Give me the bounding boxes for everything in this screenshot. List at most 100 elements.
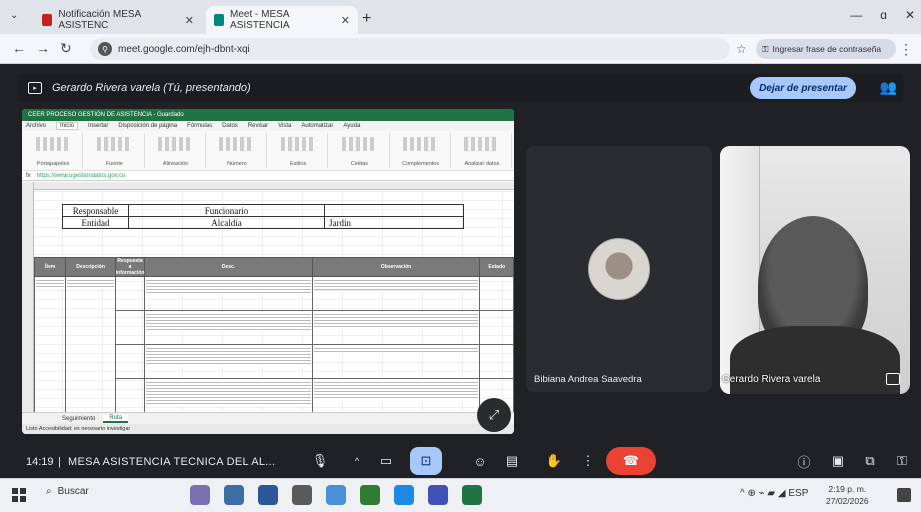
ribbon-group: Analizar datos [453,133,512,168]
participant-name: Bibiana Andrea Saavedra [534,374,642,385]
browser-menu-icon[interactable]: ⋮ [899,41,913,58]
formula-bar[interactable]: fx https://www.ugestiondatos.gov.co [22,171,514,181]
table-header: Ítem [33,257,67,277]
url-input[interactable]: ⚲ meet.google.com/ejh-dbnt-xqi [90,38,730,60]
separator: | [58,456,61,468]
presenting-text: Gerardo Rivera varela (Tú, presentando) [52,82,251,94]
windows-taskbar: ⌕ Buscar ^ ⊕ ⌁ ▰ ◢ ESP 2:19 p. m. 27/02/… [0,478,921,512]
tab-notification[interactable]: Notificación MESA ASISTENC ✕ [34,6,202,34]
chat-icon[interactable]: ▣ [826,447,850,475]
ribbon-group: Complementos [392,133,451,168]
windows-start-icon[interactable] [12,488,26,502]
sheet-tab-active[interactable]: Ruta [103,414,129,423]
minimize-button[interactable]: — [850,8,862,22]
ribbon-tab[interactable]: Disposición de página [118,123,177,129]
bookmark-star-icon[interactable]: ☆ [736,42,747,56]
search-label: Buscar [57,486,89,497]
ribbon-group: Fuente [85,133,145,168]
info-label: Responsable [62,204,129,217]
site-info-icon[interactable]: ⚲ [98,42,112,56]
participant-tile-self[interactable] [720,146,910,394]
ribbon-group: Celdas [330,133,390,168]
widgets-icon[interactable] [190,485,210,505]
excel-icon[interactable] [462,485,482,505]
app-icon[interactable] [360,485,380,505]
back-icon[interactable]: ← [12,40,26,56]
emoji-icon[interactable]: ☺ [466,447,494,475]
ribbon-tab[interactable]: Revisar [248,123,268,129]
chrome-icon[interactable] [394,485,414,505]
password-chip-label: Ingresar frase de contraseña [772,44,882,54]
chevron-up-icon[interactable]: ^ [348,447,366,475]
reload-icon[interactable]: ↻ [60,40,72,57]
more-options-icon[interactable]: ⋮ [580,447,596,475]
profile-button[interactable]: ɑ [880,8,887,22]
ribbon-group: Número [208,133,267,168]
presenting-banner: ▸ Gerardo Rivera varela (Tú, presentando… [18,74,903,102]
system-tray[interactable]: ^ ⊕ ⌁ ▰ ◢ ESP [740,488,808,499]
people-icon[interactable]: 👥 [880,79,897,96]
close-tab-icon[interactable]: ✕ [185,14,194,27]
close-tab-icon[interactable]: ✕ [341,14,350,27]
avatar [588,238,650,300]
gmail-icon [42,14,53,26]
leave-call-button[interactable]: ☎ [606,447,656,475]
ribbon-tab[interactable]: Inicio [56,122,79,130]
ribbon-group: Alineación [147,133,206,168]
ribbon-tab[interactable]: Fórmulas [187,123,212,129]
pin-icon[interactable] [886,373,900,385]
present-screen-icon: ▸ [28,82,42,94]
ribbon-tab[interactable]: Ayuda [343,123,360,129]
ribbon-tab[interactable]: Insertar [88,123,108,129]
new-tab-button[interactable]: + [362,10,371,28]
browser-tab-bar: ⌄ Notificación MESA ASISTENC ✕ Meet - ME… [0,0,921,34]
ribbon-tab[interactable]: Archivo [26,123,46,129]
expand-icon[interactable]: ⤢ [477,398,511,432]
key-icon: ⚿ [762,43,769,54]
info-icon[interactable]: ⓘ [792,447,816,475]
ribbon-group: Estilos [269,133,329,168]
ribbon-tab[interactable]: Datos [222,123,238,129]
formula-value: https://www.ugestiondatos.gov.co [36,172,126,179]
forward-icon[interactable]: → [36,40,50,56]
present-button[interactable]: ⊡ [410,447,442,475]
tab-search-icon[interactable]: ⌄ [10,10,18,21]
table-header: Respuesta a información [114,257,146,277]
tab-meet[interactable]: Meet - MESA ASISTENCIA ✕ [206,6,358,34]
raise-hand-icon[interactable]: ✋ [540,447,568,475]
sheet-tab[interactable]: Seguimiento [62,416,95,422]
password-chip[interactable]: ⚿ Ingresar frase de contraseña [756,39,896,59]
notifications-icon[interactable] [897,488,911,502]
column-headers [22,182,514,190]
mic-icon[interactable]: 🎙 [306,447,334,475]
file-explorer-icon[interactable] [292,485,312,505]
address-bar-row: ← → ↻ ⚲ meet.google.com/ejh-dbnt-xqi ☆ ⚿… [0,34,921,64]
word-icon[interactable] [258,485,278,505]
excel-ribbon-tabs: Archivo Inicio Insertar Disposición de p… [22,121,514,131]
edge-icon[interactable] [326,485,346,505]
app-icon[interactable] [428,485,448,505]
excel-status-bar: Listo Accesibilidad: es necesario invest… [22,424,514,434]
activities-icon[interactable]: ⧉ [858,447,882,475]
shared-screen: CEER PROCESO GESTIÓN DE ASISTENCIA - Gua… [22,109,514,434]
url-text: meet.google.com/ejh-dbnt-xqi [118,43,250,55]
spreadsheet-grid[interactable]: Responsable Funcionario Entidad Alcaldía… [22,182,514,413]
fx-icon: fx [26,172,31,179]
ribbon-group: Portapapeles [24,133,84,168]
stop-presenting-button[interactable]: Dejar de presentar [750,77,856,99]
taskbar-search[interactable]: ⌕ Buscar [46,486,89,497]
meeting-clock: 14:19 [26,456,54,468]
close-window-button[interactable]: ✕ [905,8,915,22]
meeting-title: MESA ASISTENCIA TECNICA DEL AL... [68,456,276,468]
search-icon: ⌕ [46,486,52,497]
camera-icon[interactable]: ▭ [372,447,400,475]
taskbar-apps [190,485,482,505]
participant-tile[interactable] [526,146,712,392]
host-controls-icon[interactable]: ⚿ [890,447,914,475]
task-view-icon[interactable] [224,485,244,505]
data-table: Ítem Descripción Respuesta a información… [33,257,514,413]
ribbon-tab[interactable]: Automatizar [301,123,333,129]
captions-icon[interactable]: ▤ [498,447,526,475]
ribbon-tab[interactable]: Vista [278,123,291,129]
taskbar-clock[interactable]: 2:19 p. m. 27/02/2026 [826,483,869,507]
